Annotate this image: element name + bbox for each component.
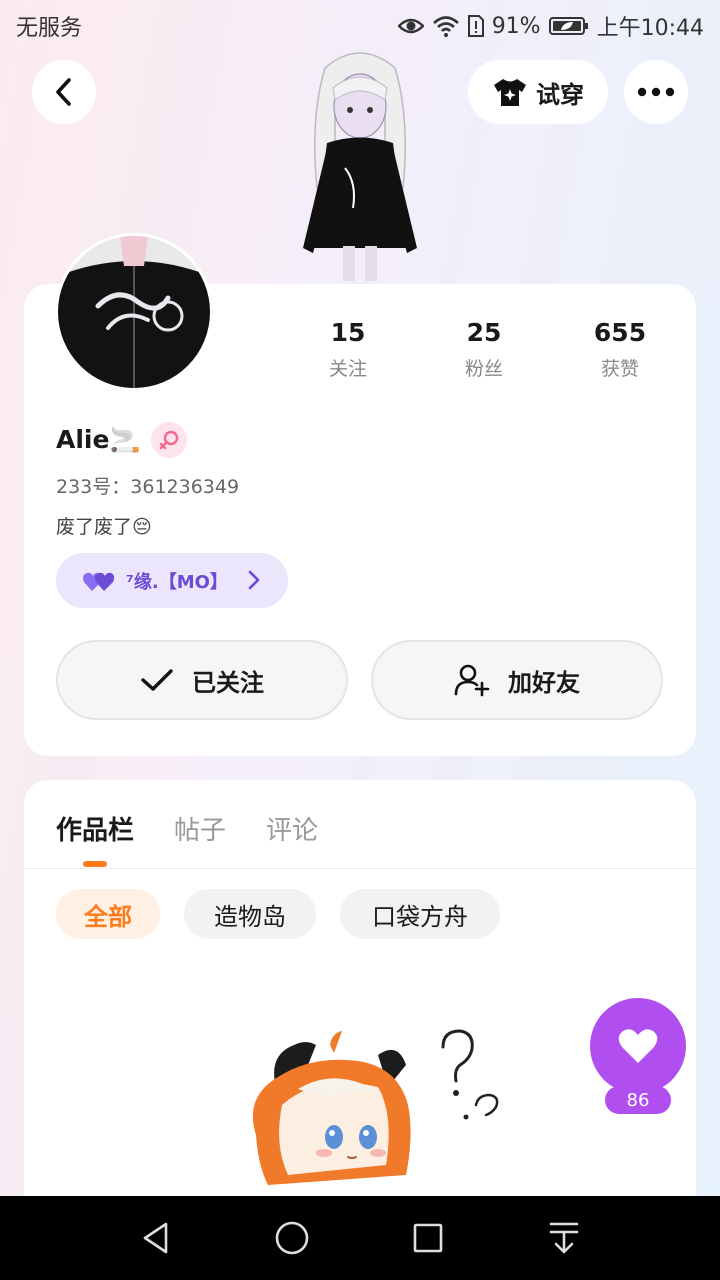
more-button[interactable] xyxy=(624,60,688,124)
tab-works[interactable]: 作品栏 xyxy=(56,810,134,847)
gender-badge xyxy=(150,422,187,458)
profile-stats: 15 关注 25 粉丝 655 获赞 xyxy=(300,316,680,386)
add-user-icon xyxy=(454,664,490,697)
heart-icon xyxy=(618,1029,658,1063)
tab-comments[interactable]: 评论 xyxy=(266,810,318,847)
stat-label: 粉丝 xyxy=(464,358,503,380)
tab-divider xyxy=(24,868,696,869)
try-on-button[interactable]: 试穿 xyxy=(468,60,608,124)
stat-value: 15 xyxy=(330,318,366,347)
nav-recents-button[interactable] xyxy=(404,1214,452,1262)
nav-notifications-button[interactable] xyxy=(540,1214,588,1262)
avatar[interactable] xyxy=(58,236,210,388)
filter-creation-island[interactable]: 造物岛 xyxy=(184,889,316,939)
eye-icon xyxy=(397,18,424,34)
stat-value: 25 xyxy=(466,318,502,347)
relation-label: ⁷缘.【MO】 xyxy=(126,571,228,593)
recents-square-icon xyxy=(413,1223,443,1253)
status-bar: 无服务 91% 上午10:44 xyxy=(0,0,720,50)
home-circle-icon xyxy=(275,1221,309,1255)
tshirt-sparkle-icon xyxy=(494,79,526,106)
status-icons: 91% 上午10:44 xyxy=(397,10,704,42)
chevron-left-icon xyxy=(56,78,71,106)
wifi-icon xyxy=(432,16,459,37)
like-button[interactable] xyxy=(590,998,686,1094)
filter-pocket-ark[interactable]: 口袋方舟 xyxy=(340,889,500,939)
username-row: Alie🚬 xyxy=(56,422,187,458)
stat-value: 655 xyxy=(593,318,647,347)
user-id: 233号：361236349 xyxy=(56,476,240,498)
stat-likes[interactable]: 655 获赞 xyxy=(560,316,680,381)
carrier-text: 无服务 xyxy=(16,16,83,41)
avatar-3d-figure xyxy=(285,48,435,283)
stat-followers[interactable]: 25 粉丝 xyxy=(424,316,544,381)
double-heart-icon xyxy=(83,572,115,591)
battery-percent: 91% xyxy=(491,13,541,39)
username: Alie🚬 xyxy=(56,425,141,454)
filter-all[interactable]: 全部 xyxy=(56,889,160,939)
try-on-label: 试穿 xyxy=(536,80,584,109)
stat-following[interactable]: 15 关注 xyxy=(288,316,408,381)
system-nav-bar xyxy=(0,1196,720,1280)
checkmark-icon xyxy=(141,669,173,691)
stat-label: 关注 xyxy=(328,358,367,380)
notification-pull-icon xyxy=(549,1222,579,1254)
nav-home-button[interactable] xyxy=(268,1214,316,1262)
tab-indicator xyxy=(83,861,107,867)
like-count: 86 xyxy=(605,1086,671,1114)
add-friend-label: 加好友 xyxy=(508,668,580,697)
chevron-right-icon xyxy=(248,570,260,590)
back-button[interactable] xyxy=(32,60,96,124)
clock-text: 上午10:44 xyxy=(596,16,704,41)
tab-posts[interactable]: 帖子 xyxy=(174,810,226,847)
user-bio: 废了废了😔 xyxy=(56,516,152,538)
more-dots-icon xyxy=(637,87,675,97)
stat-label: 获赞 xyxy=(600,358,639,380)
nav-back-button[interactable] xyxy=(132,1214,180,1262)
female-icon xyxy=(159,430,178,450)
relation-badge[interactable]: ⁷缘.【MO】 xyxy=(56,553,288,608)
followed-button[interactable]: 已关注 xyxy=(56,640,348,720)
add-friend-button[interactable]: 加好友 xyxy=(371,640,663,720)
sim-alert-icon xyxy=(467,15,484,37)
followed-label: 已关注 xyxy=(192,668,264,697)
back-triangle-icon xyxy=(143,1222,168,1254)
battery-saver-icon xyxy=(548,17,588,35)
empty-state-mascot xyxy=(238,1025,508,1200)
